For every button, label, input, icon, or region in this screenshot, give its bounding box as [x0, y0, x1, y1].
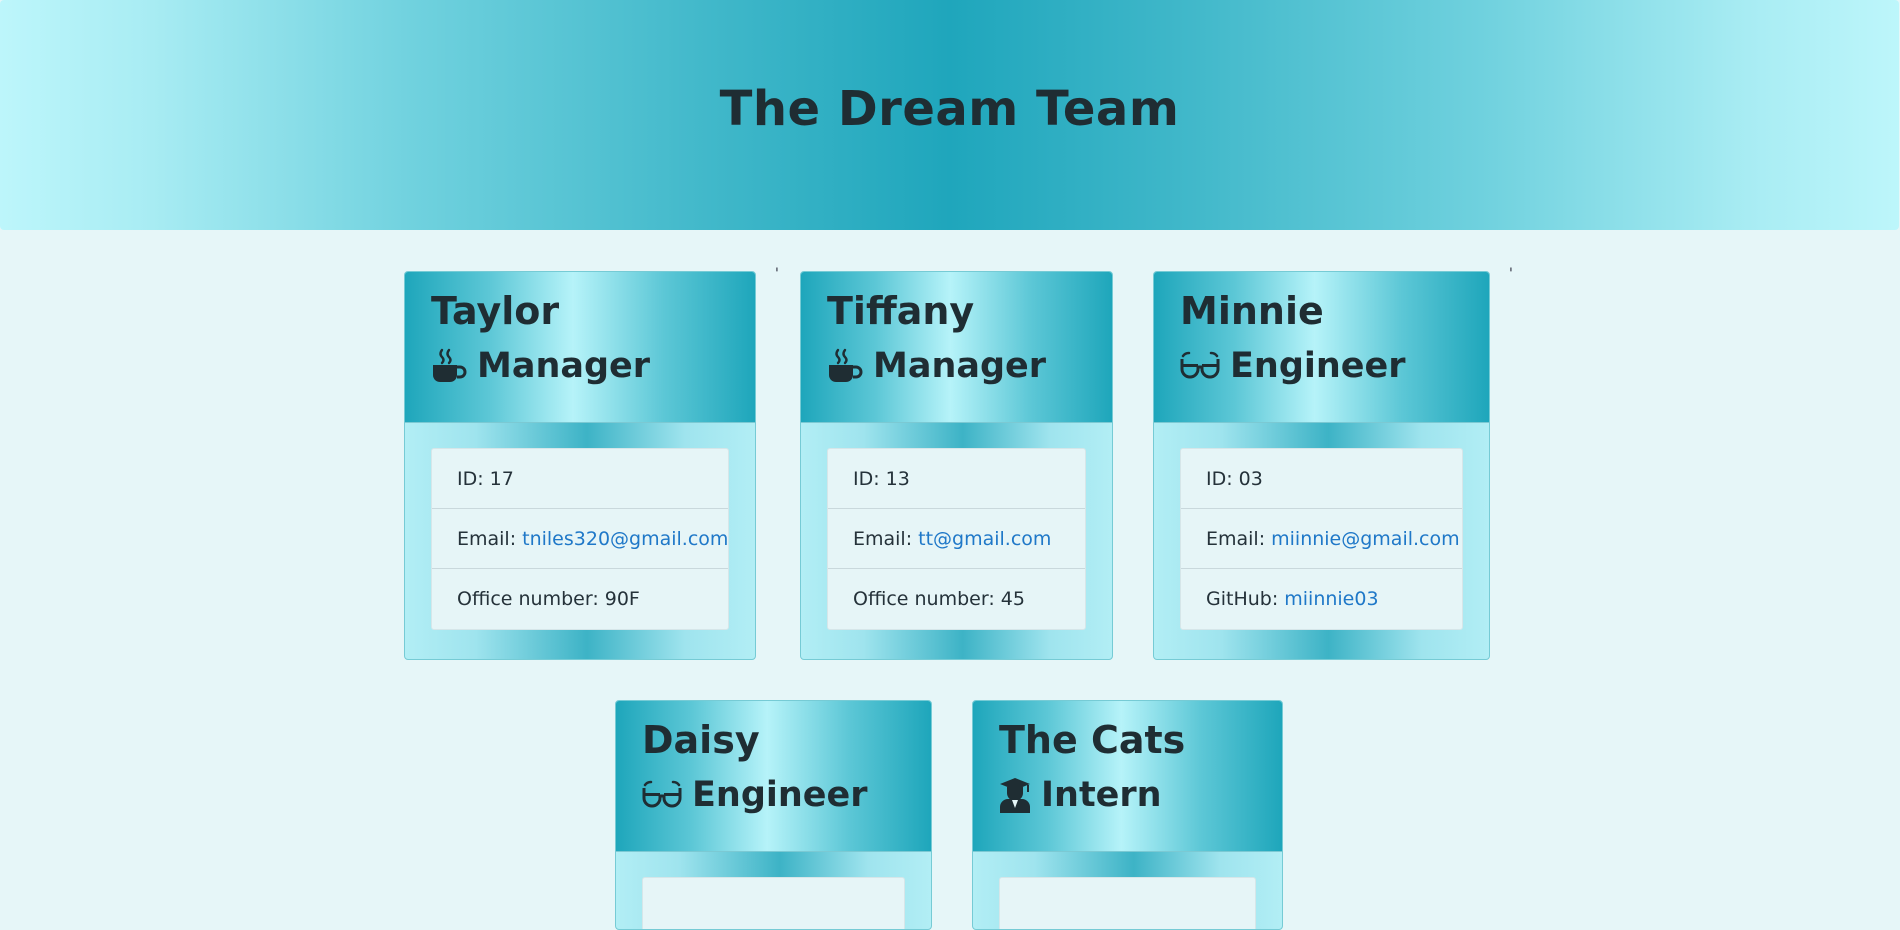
employee-card: The Cats Intern: [972, 700, 1283, 930]
card-body: [973, 852, 1282, 929]
github-label: GitHub:: [1206, 588, 1279, 610]
glasses-icon: [642, 780, 682, 808]
employee-name: Daisy: [642, 718, 760, 762]
employee-role: Manager: [431, 344, 729, 388]
details-list: ID: 13 Email: tt@gmail.com Office number:…: [827, 448, 1086, 630]
card-header: Daisy Engineer: [616, 701, 931, 852]
list-item-id: ID: 17: [432, 449, 728, 509]
employee-role-label: Engineer: [1230, 346, 1406, 386]
email-link[interactable]: tniles320@gmail.com: [522, 528, 728, 550]
list-item-email: Email: tt@gmail.com: [828, 509, 1085, 569]
card-header: The Cats Intern: [973, 701, 1282, 852]
employee-name: Minnie: [1180, 289, 1324, 333]
list-item-office: Office number: 45: [828, 569, 1085, 629]
card-header: Tiffany Manager: [801, 272, 1112, 423]
list-item-github: GitHub: miinnie03: [1181, 569, 1462, 629]
list-item-id: ID: 13: [828, 449, 1085, 509]
github-link[interactable]: miinnie03: [1284, 588, 1378, 610]
card-body: ID: 13 Email: tt@gmail.com Office number:…: [801, 423, 1112, 656]
card-body: [616, 852, 931, 929]
card-header: Taylor Manager: [405, 272, 755, 423]
employee-name: The Cats: [999, 718, 1186, 762]
card-header: Minnie Engineer: [1154, 272, 1489, 423]
employee-name: Tiffany: [827, 289, 975, 333]
list-item-email: Email: miinnie@gmail.com: [1181, 509, 1462, 569]
employee-card: Tiffany Manager ID: 13 Email: tt@gmail.co…: [800, 271, 1113, 660]
employee-card: Minnie Engineer ID: 03 Email: miinnie@gma…: [1153, 271, 1490, 660]
glasses-icon: [1180, 351, 1220, 379]
card-body: ID: 17 Email: tniles320@gmail.com Office …: [405, 423, 755, 656]
employee-role-label: Manager: [873, 346, 1047, 386]
employee-name: Taylor: [431, 289, 560, 333]
list-item-id: ID: 03: [1181, 449, 1462, 509]
coffee-icon: [829, 348, 863, 382]
page-header: The Dream Team: [0, 0, 1899, 230]
graduate-icon: [1000, 778, 1030, 813]
details-list: ID: 17 Email: tniles320@gmail.com Office …: [431, 448, 729, 630]
details-list: ID: 03 Email: miinnie@gmail.com GitHub: mi…: [1180, 448, 1463, 630]
employee-role: Intern: [999, 773, 1256, 817]
stray-mark: ': [775, 266, 779, 282]
email-label: Email:: [853, 527, 913, 550]
details-list: [642, 877, 905, 929]
employee-role-label: Intern: [1041, 775, 1162, 815]
id-text: ID: 13: [853, 467, 910, 490]
office-number-text: Office number: 45: [853, 588, 1025, 610]
id-text: ID: 17: [457, 467, 514, 490]
list-item-office: Office number: 90F: [432, 569, 728, 629]
employee-card: Taylor Manager ID: 17 Email: tniles320@gm…: [404, 271, 756, 660]
employee-card: Daisy Engineer: [615, 700, 932, 930]
page-title: The Dream Team: [719, 81, 1180, 137]
office-number-text: Office number: 90F: [457, 588, 640, 610]
email-link[interactable]: miinnie@gmail.com: [1271, 528, 1460, 550]
list-item-email: Email: tniles320@gmail.com: [432, 509, 728, 569]
employee-role-label: Engineer: [692, 775, 868, 815]
employee-role: Engineer: [642, 773, 905, 817]
email-label: Email:: [1206, 527, 1266, 550]
id-text: ID: 03: [1206, 467, 1263, 490]
employee-role-label: Manager: [477, 346, 651, 386]
email-link[interactable]: tt@gmail.com: [918, 528, 1051, 550]
coffee-icon: [433, 348, 467, 382]
details-list: [999, 877, 1256, 929]
employee-role: Engineer: [1180, 344, 1463, 388]
email-label: Email:: [457, 527, 517, 550]
employee-role: Manager: [827, 344, 1086, 388]
card-body: ID: 03 Email: miinnie@gmail.com GitHub: mi…: [1154, 423, 1489, 656]
stray-mark: ': [1509, 266, 1513, 282]
